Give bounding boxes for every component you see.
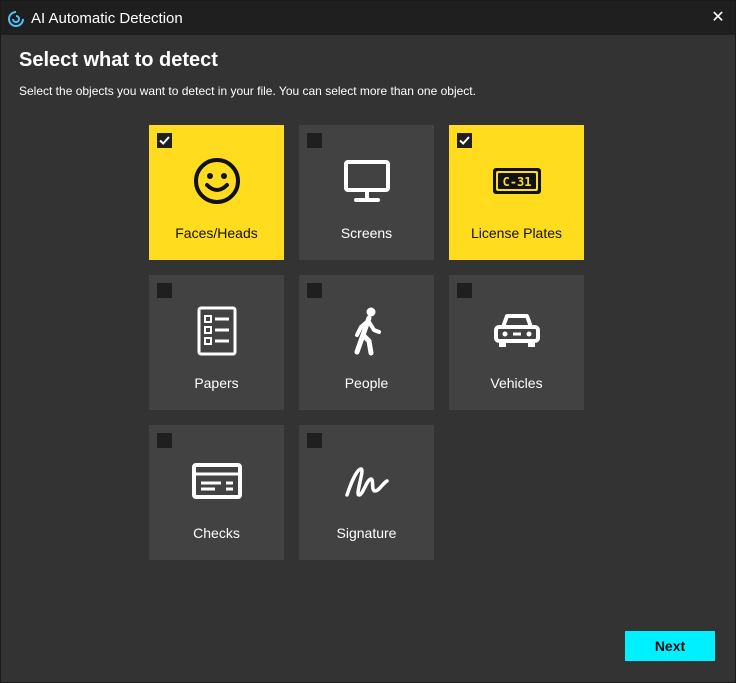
page-heading: Select what to detect <box>19 49 218 71</box>
signature-icon <box>344 467 389 497</box>
option-label: Checks <box>193 525 240 541</box>
option-checkbox[interactable] <box>157 133 172 148</box>
smiley-face-icon <box>193 158 240 204</box>
option-checkbox[interactable] <box>157 433 172 448</box>
option-faces-heads[interactable]: Faces/Heads <box>149 125 284 260</box>
page-subtitle: Select the objects you want to detect in… <box>19 84 476 98</box>
option-license-plates[interactable]: C-31 License Plates <box>449 125 584 260</box>
checkmark-icon <box>159 136 170 145</box>
option-checkbox[interactable] <box>307 433 322 448</box>
option-signature[interactable]: Signature <box>299 425 434 560</box>
option-checkbox[interactable] <box>157 283 172 298</box>
option-label: Vehicles <box>490 375 543 391</box>
document-list-icon <box>197 306 236 356</box>
monitor-icon <box>343 160 390 202</box>
option-label: Faces/Heads <box>175 225 258 241</box>
option-screens[interactable]: Screens <box>299 125 434 260</box>
option-papers[interactable]: Papers <box>149 275 284 410</box>
option-checkbox[interactable] <box>307 133 322 148</box>
app-swirl-icon <box>8 11 24 27</box>
option-label: Screens <box>340 225 393 241</box>
car-icon <box>493 314 540 347</box>
license-plate-icon: C-31 <box>492 168 541 194</box>
option-label: License Plates <box>470 225 563 241</box>
walking-person-icon <box>354 307 381 356</box>
detection-dialog: AI Automatic Detection ✕ Select what to … <box>0 0 736 683</box>
title-bar: AI Automatic Detection ✕ <box>1 1 735 35</box>
option-checkbox[interactable] <box>307 283 322 298</box>
option-vehicles[interactable]: Vehicles <box>449 275 584 410</box>
option-checkbox[interactable] <box>457 283 472 298</box>
bank-check-icon <box>191 463 242 499</box>
option-label: Signature <box>336 525 397 541</box>
window-title: AI Automatic Detection <box>31 10 183 27</box>
option-checkbox[interactable] <box>457 133 472 148</box>
option-people[interactable]: People <box>299 275 434 410</box>
close-icon: ✕ <box>711 9 725 26</box>
plate-text: C-31 <box>502 175 531 189</box>
option-label: Papers <box>194 375 239 391</box>
option-checks[interactable]: Checks <box>149 425 284 560</box>
checkmark-icon <box>459 136 470 145</box>
close-button[interactable]: ✕ <box>709 9 727 27</box>
option-label: People <box>344 375 389 391</box>
next-button[interactable]: Next <box>625 631 715 661</box>
